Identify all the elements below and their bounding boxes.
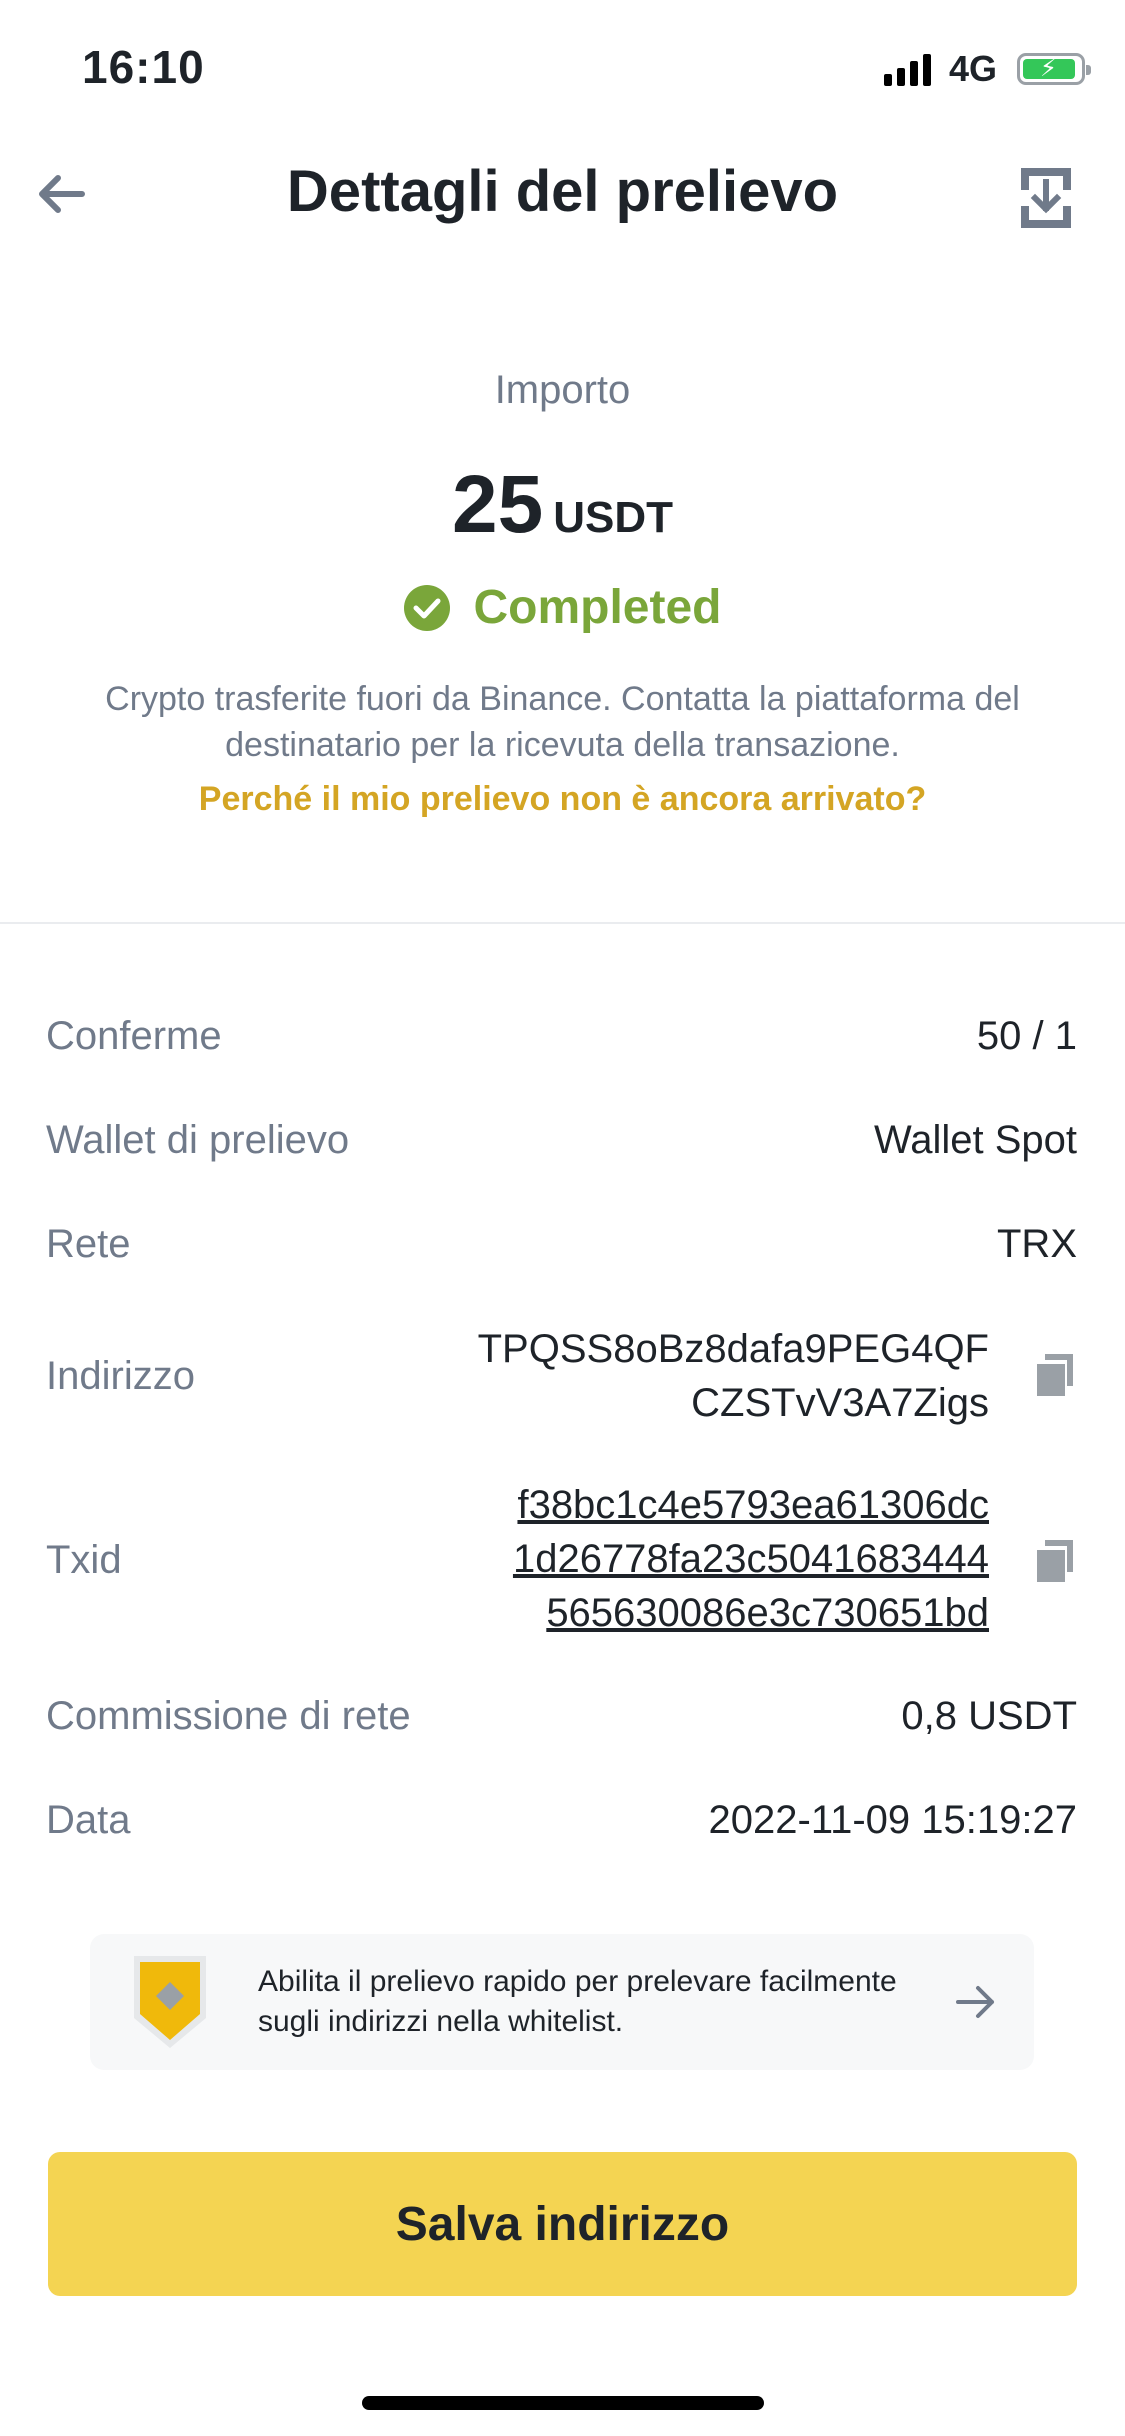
download-icon[interactable]: [1019, 166, 1073, 230]
copy-address-icon[interactable]: [1033, 1350, 1077, 1398]
divider: [0, 922, 1125, 924]
txid-line-3[interactable]: 565630086e3c730651bd: [513, 1586, 989, 1640]
network-type: 4G: [948, 48, 997, 89]
amount-number: 25: [452, 459, 544, 550]
shield-icon: [134, 1956, 206, 2048]
address-line-1: TPQSS8oBz8dafa9PEG4QF: [477, 1327, 989, 1371]
txid-value[interactable]: f38bc1c4e5793ea61306dc 1d26778fa23c50416…: [513, 1478, 989, 1640]
info-text: Crypto trasferite fuori da Binance. Cont…: [105, 680, 1020, 764]
fee-value: 0,8 USDT: [901, 1694, 1077, 1738]
txid-line-2[interactable]: 1d26778fa23c5041683444: [513, 1532, 989, 1586]
wallet-value: Wallet Spot: [873, 1118, 1077, 1162]
address-line-2: CZSTvV3A7Zigs: [691, 1381, 989, 1425]
header: Dettagli del prelievo: [0, 140, 1125, 250]
txid-line-1[interactable]: f38bc1c4e5793ea61306dc: [513, 1478, 989, 1532]
check-circle-icon: [404, 584, 451, 631]
arrow-right-icon: [956, 1986, 994, 2018]
withdrawal-details-screen: 16:10 4G ⚡ Dettagli del prelievo Importo…: [0, 0, 1125, 2436]
date-label: Data: [46, 1798, 131, 1842]
fee-label: Commissione di rete: [46, 1694, 411, 1738]
help-link[interactable]: Perché il mio prelievo non è ancora arri…: [0, 780, 1125, 819]
save-address-button[interactable]: Salva indirizzo: [48, 2152, 1077, 2296]
wallet-label: Wallet di prelievo: [46, 1118, 350, 1162]
status-text: Completed: [473, 581, 722, 634]
amount-value: 25 USDT: [0, 458, 1125, 552]
page-title: Dettagli del prelievo: [286, 159, 839, 224]
confirmations-value: 50 / 1: [976, 1014, 1077, 1058]
status-bar: 16:10 4G ⚡: [0, 0, 1125, 130]
banner-text: Abilita il prelievo rapido per prelevare…: [258, 1965, 897, 2038]
home-indicator: [362, 2396, 764, 2410]
address-label: Indirizzo: [46, 1354, 195, 1398]
status-line: Completed: [0, 580, 1125, 635]
network-value: TRX: [997, 1222, 1077, 1266]
amount-currency: USDT: [553, 493, 673, 542]
signal-icon: [883, 52, 931, 86]
txid-label: Txid: [46, 1538, 122, 1582]
battery-icon: ⚡: [1017, 53, 1091, 85]
status-time: 16:10: [82, 41, 205, 93]
confirmations-label: Conferme: [46, 1014, 222, 1058]
network-label: Rete: [46, 1222, 131, 1266]
copy-txid-icon[interactable]: [1033, 1536, 1077, 1584]
date-value: 2022-11-09 15:19:27: [708, 1798, 1077, 1842]
status-indicators: 4G ⚡: [883, 48, 1091, 90]
amount-label: Importo: [494, 368, 631, 412]
address-value: TPQSS8oBz8dafa9PEG4QF CZSTvV3A7Zigs: [478, 1322, 989, 1430]
fast-withdrawal-banner[interactable]: Abilita il prelievo rapido per prelevare…: [90, 1934, 1034, 2070]
